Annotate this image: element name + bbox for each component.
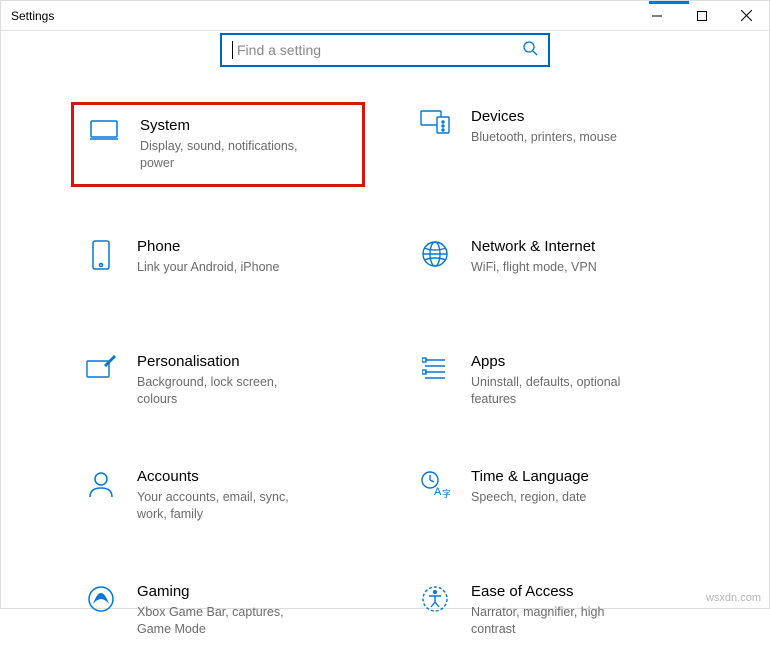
tile-label: Phone: [137, 238, 279, 255]
personalisation-icon: [79, 353, 123, 379]
tile-label: Ease of Access: [471, 583, 651, 600]
svg-text:字: 字: [442, 488, 450, 498]
text-caret: [232, 41, 233, 59]
tile-label: Accounts: [137, 468, 317, 485]
minimize-button[interactable]: [634, 1, 679, 30]
tile-label: Gaming: [137, 583, 317, 600]
tile-desc: WiFi, flight mode, VPN: [471, 259, 597, 276]
phone-icon: [79, 238, 123, 270]
tile-apps[interactable]: Apps Uninstall, defaults, optional featu…: [405, 347, 699, 417]
watermark: wsxdn.com: [706, 592, 761, 604]
tile-desc: Display, sound, notifications, power: [140, 138, 320, 172]
tile-phone[interactable]: Phone Link your Android, iPhone: [71, 232, 365, 302]
window-controls: [634, 1, 769, 30]
tile-desc: Bluetooth, printers, mouse: [471, 129, 617, 146]
tile-label: System: [140, 117, 320, 134]
tile-personalisation[interactable]: Personalisation Background, lock screen,…: [71, 347, 365, 417]
search-placeholder: Find a setting: [237, 42, 522, 58]
tile-label: Apps: [471, 353, 651, 370]
tile-desc: Speech, region, date: [471, 489, 589, 506]
maximize-icon: [697, 11, 707, 21]
system-icon: [82, 117, 126, 141]
search-container: Find a setting: [1, 33, 769, 67]
apps-icon: [413, 353, 457, 381]
tile-network[interactable]: Network & Internet WiFi, flight mode, VP…: [405, 232, 699, 302]
tile-ease-of-access[interactable]: Ease of Access Narrator, magnifier, high…: [405, 577, 699, 647]
title-bar: Settings: [1, 1, 769, 31]
gaming-icon: [79, 583, 123, 613]
svg-text:A: A: [434, 486, 442, 498]
minimize-icon: [652, 11, 662, 21]
close-icon: [741, 10, 752, 21]
tile-accounts[interactable]: Accounts Your accounts, email, sync, wor…: [71, 462, 365, 532]
settings-grid: System Display, sound, notifications, po…: [1, 102, 769, 647]
tile-label: Network & Internet: [471, 238, 597, 255]
ease-of-access-icon: [413, 583, 457, 613]
tile-label: Personalisation: [137, 353, 317, 370]
network-icon: [413, 238, 457, 268]
window-title: Settings: [11, 9, 634, 23]
tile-gaming[interactable]: Gaming Xbox Game Bar, captures, Game Mod…: [71, 577, 365, 647]
tile-desc: Uninstall, defaults, optional features: [471, 374, 651, 408]
time-language-icon: A 字: [413, 468, 457, 498]
search-icon: [522, 40, 538, 61]
tile-time-language[interactable]: A 字 Time & Language Speech, region, date: [405, 462, 699, 532]
tile-desc: Background, lock screen, colours: [137, 374, 317, 408]
close-button[interactable]: [724, 1, 769, 30]
search-input[interactable]: Find a setting: [220, 33, 550, 67]
tile-system[interactable]: System Display, sound, notifications, po…: [71, 102, 365, 187]
tile-desc: Link your Android, iPhone: [137, 259, 279, 276]
tile-devices[interactable]: Devices Bluetooth, printers, mouse: [405, 102, 699, 187]
tile-label: Time & Language: [471, 468, 589, 485]
tile-label: Devices: [471, 108, 617, 125]
accounts-icon: [79, 468, 123, 498]
accent-bar: [649, 1, 689, 4]
maximize-button[interactable]: [679, 1, 724, 30]
tile-desc: Your accounts, email, sync, work, family: [137, 489, 317, 523]
devices-icon: [413, 108, 457, 134]
